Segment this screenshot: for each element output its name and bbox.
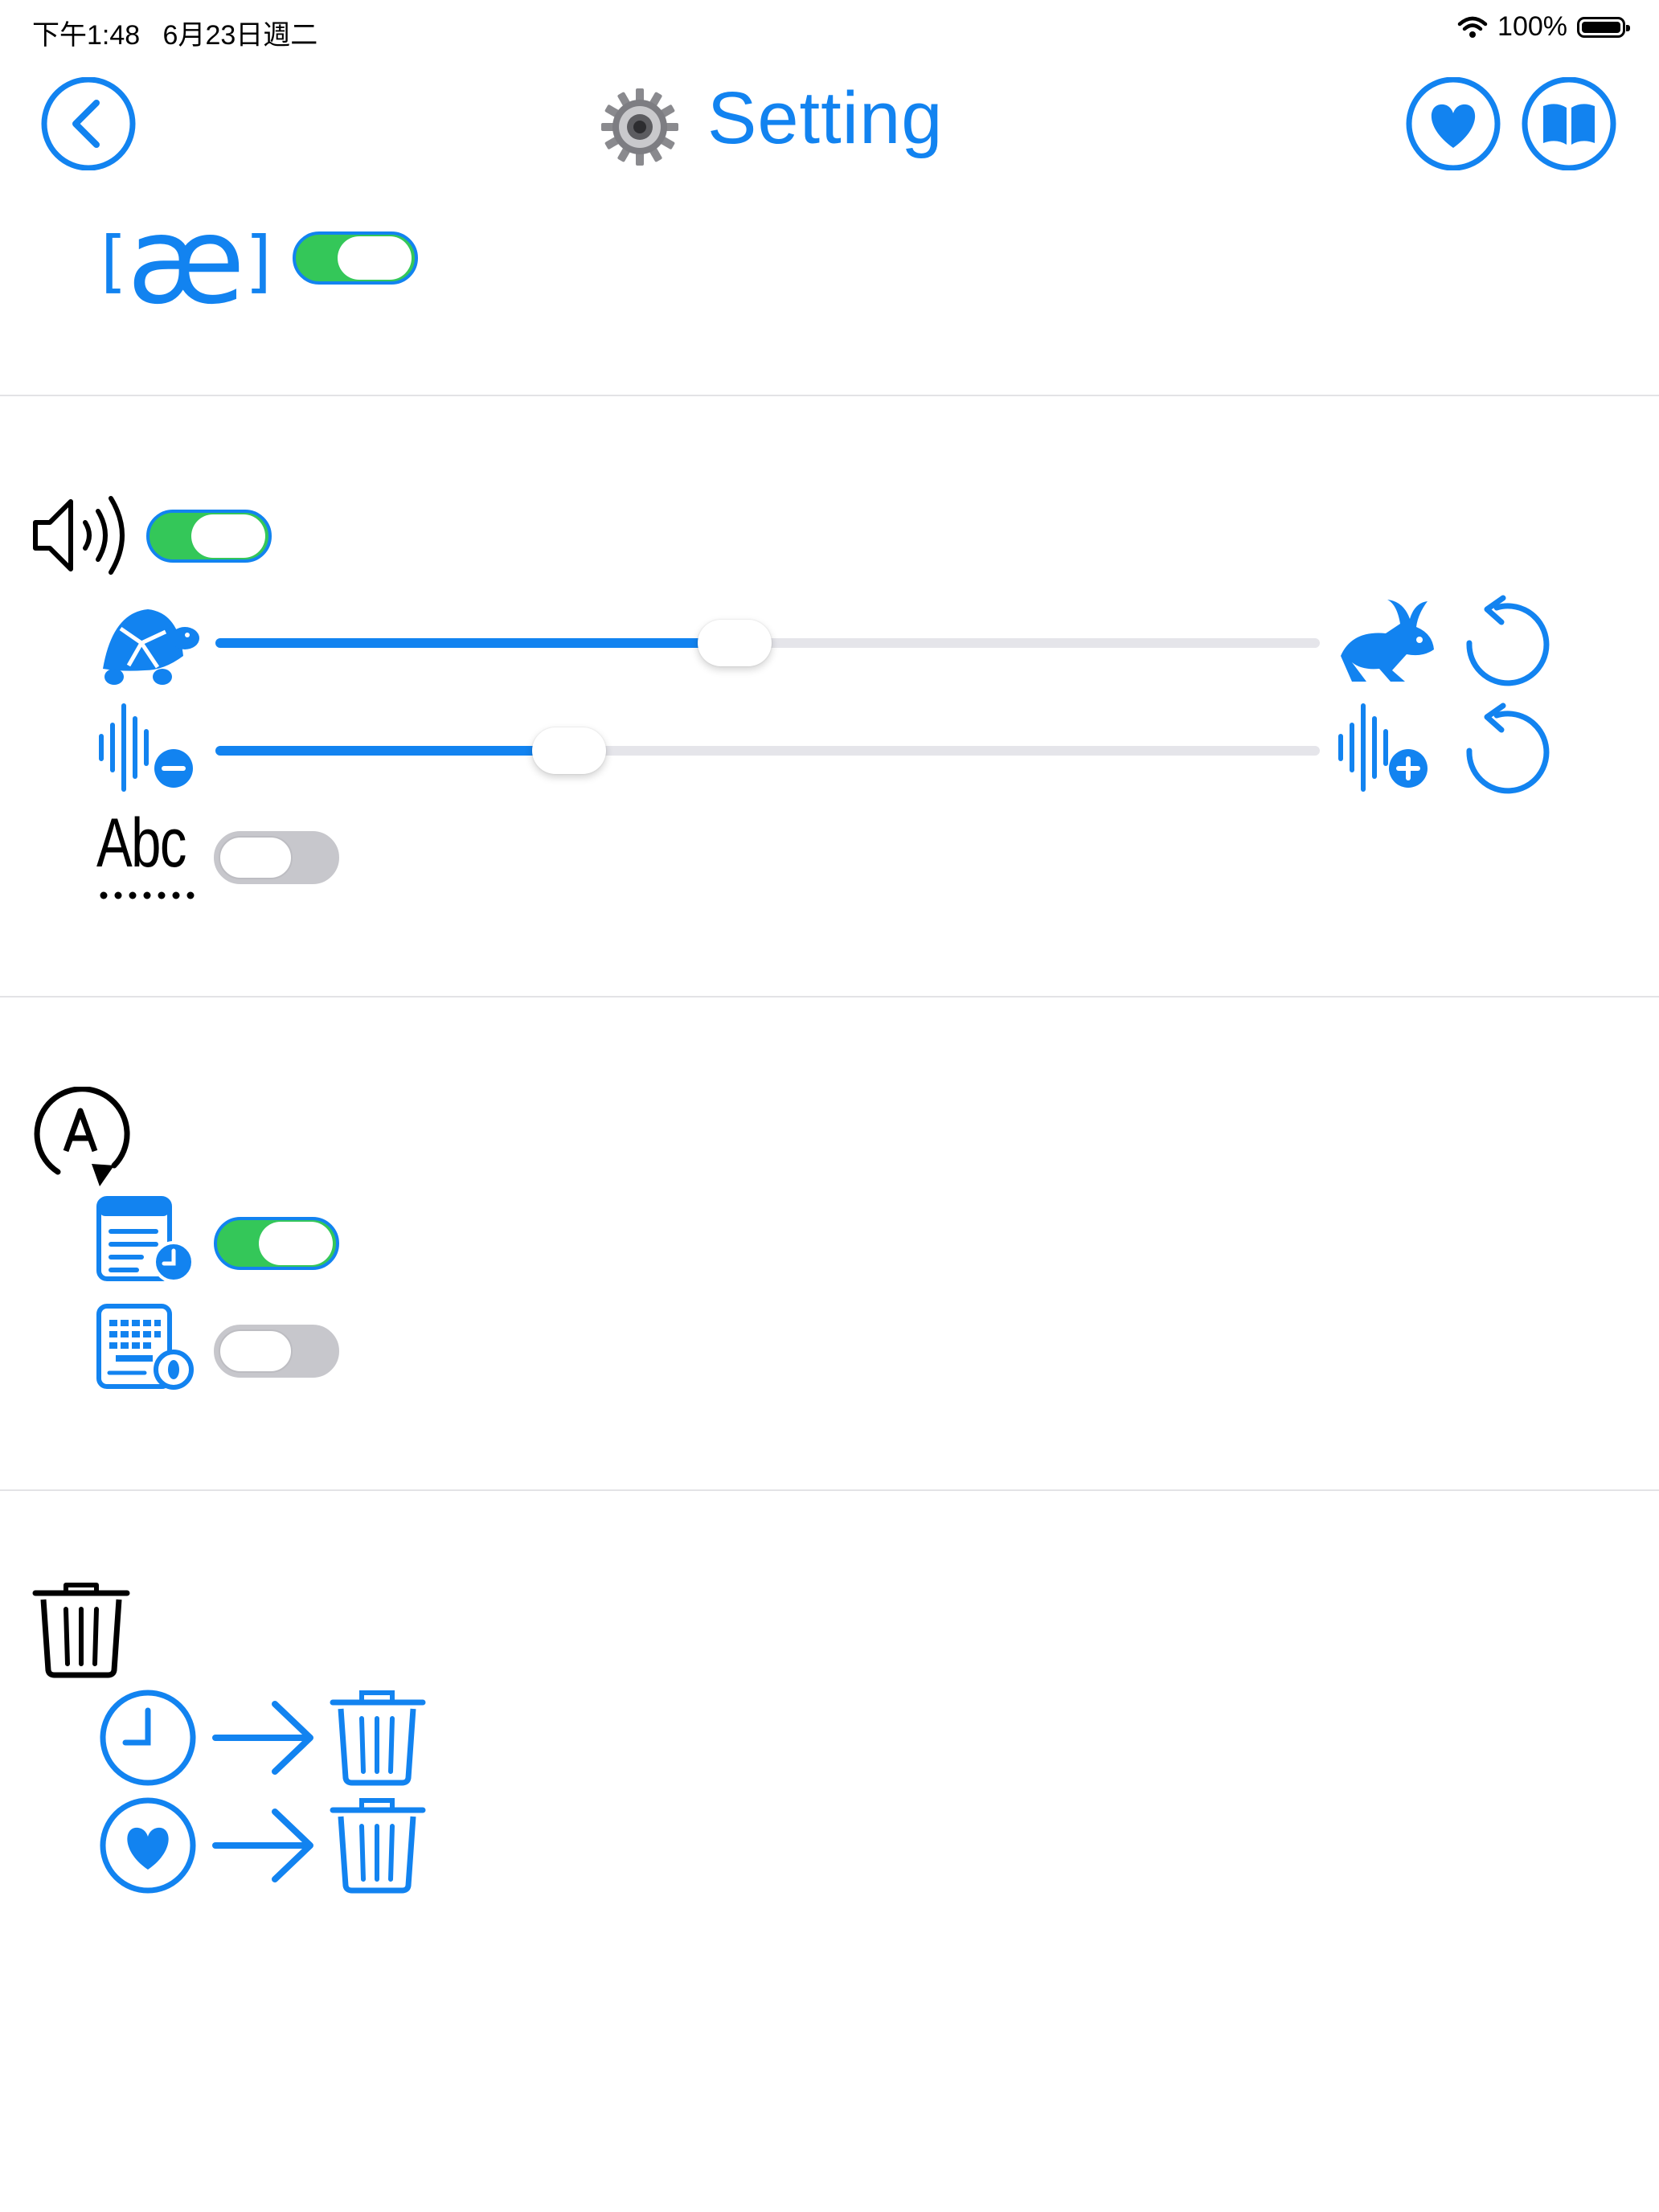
status-time: 下午1:48 (32, 20, 141, 51)
clock-icon (100, 1690, 196, 1786)
status-bar: 下午1:48 6月23日週二 100% (0, 0, 1659, 56)
rabbit-icon (1334, 590, 1439, 694)
heart-icon (100, 1797, 196, 1894)
status-date: 6月23日週二 (162, 20, 318, 51)
back-button[interactable] (39, 76, 138, 171)
scheduled-list-icon (96, 1196, 196, 1284)
text-display-toggle[interactable] (214, 831, 339, 884)
keyboard-document-icon (96, 1304, 196, 1392)
keyboard-toggle[interactable] (214, 1325, 339, 1378)
arrow-right-icon (212, 1809, 313, 1882)
volume-slider-fill (215, 746, 569, 756)
reset-speed-button[interactable] (1455, 595, 1559, 688)
volume-up-icon (1334, 701, 1439, 794)
clear-favorites-button[interactable] (96, 1796, 429, 1895)
favorites-button[interactable] (1403, 76, 1503, 171)
status-time-date: 下午1:48 6月23日週二 (32, 13, 317, 52)
speaker-icon (31, 489, 135, 582)
heart-icon (1406, 76, 1501, 171)
divider (0, 996, 1659, 997)
wifi-icon (1457, 16, 1488, 38)
reset-volume-button[interactable] (1455, 703, 1559, 796)
speed-slider-thumb[interactable] (697, 620, 772, 666)
undo-icon (1466, 703, 1550, 794)
status-right: 100% (1457, 11, 1630, 43)
volume-slider-thumb[interactable] (531, 727, 606, 774)
battery-percent: 100% (1497, 11, 1567, 42)
trash-icon (31, 1580, 132, 1680)
phonetic-label: [æ] (100, 201, 272, 322)
dictionary-button[interactable] (1519, 76, 1619, 171)
chevron-left-icon (41, 76, 136, 171)
undo-icon (1466, 595, 1550, 686)
tortoise-icon (96, 596, 201, 690)
gear-icon (600, 87, 680, 167)
text-display-label: Abc (96, 805, 186, 882)
schedule-toggle[interactable] (214, 1217, 339, 1270)
volume-down-icon (95, 701, 199, 794)
phonetic-symbol: æ (126, 191, 246, 331)
trash-icon (330, 1798, 426, 1894)
trash-icon (330, 1690, 426, 1786)
audio-toggle[interactable] (146, 510, 272, 563)
battery-icon (1577, 16, 1630, 38)
page-title: Setting (707, 77, 944, 159)
arrow-right-icon (212, 1701, 313, 1775)
bracket-right: ] (245, 222, 272, 301)
bracket-left: [ (100, 222, 127, 301)
phonetic-toggle[interactable] (293, 231, 418, 285)
dotted-underline-icon (100, 891, 195, 899)
divider (0, 395, 1659, 396)
divider (0, 1489, 1659, 1491)
speed-slider-fill (215, 638, 735, 648)
auto-play-icon (31, 1086, 135, 1191)
clear-history-button[interactable] (96, 1688, 429, 1788)
book-icon (1522, 76, 1616, 171)
